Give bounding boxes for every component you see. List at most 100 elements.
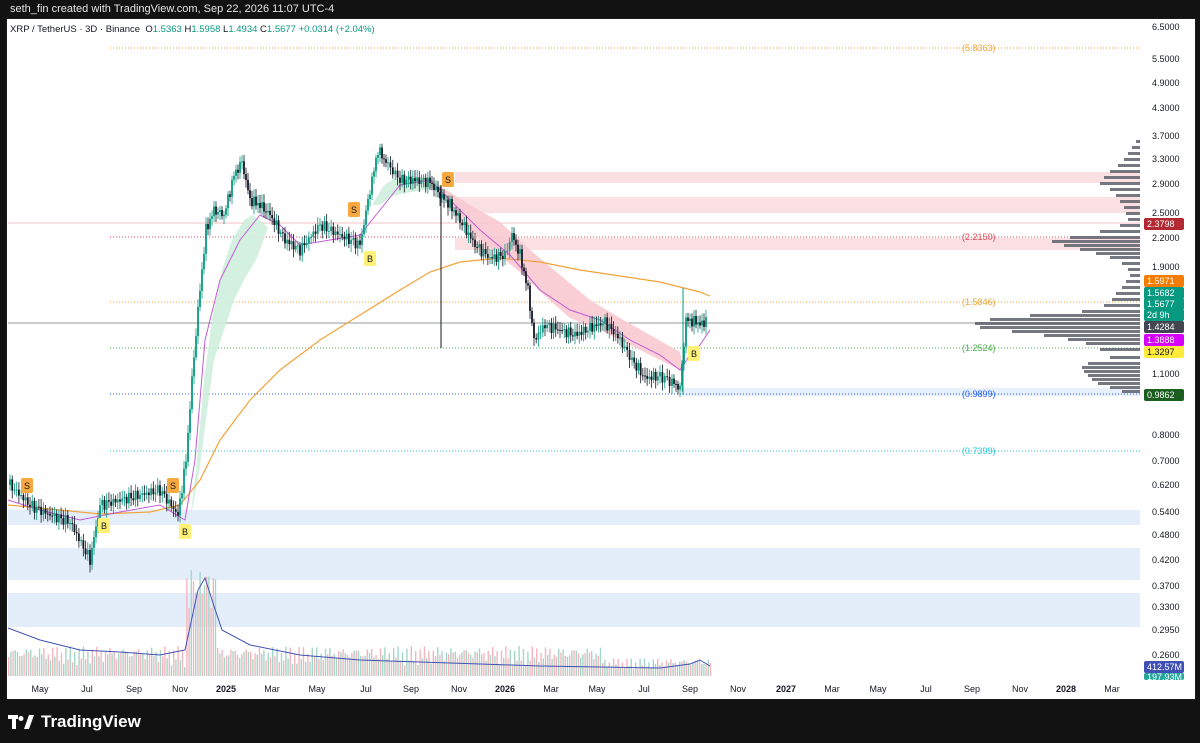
candle-body xyxy=(457,213,459,216)
profile-bar xyxy=(1122,390,1140,393)
candle-body xyxy=(435,186,437,191)
candle-body xyxy=(15,489,18,491)
candle-body xyxy=(679,385,681,390)
candle-body xyxy=(571,335,574,337)
volume-bar xyxy=(329,647,331,676)
volume-bar xyxy=(74,651,76,676)
candle-body xyxy=(623,346,626,348)
volume-bar xyxy=(577,653,580,676)
candle-body xyxy=(563,329,566,331)
candle-body xyxy=(150,488,153,496)
candle-body xyxy=(237,169,239,173)
candle-body xyxy=(29,504,31,507)
volume-bar xyxy=(344,653,346,676)
candle-body xyxy=(183,468,185,494)
time-axis[interactable]: May Jul Sep Nov 2025 Mar May Jul Sep Nov… xyxy=(6,680,1142,698)
volume-bar xyxy=(597,655,599,676)
candle-body xyxy=(119,499,121,502)
volume-bar xyxy=(181,649,184,676)
profile-bar xyxy=(1082,310,1140,313)
volume-bar xyxy=(571,650,573,676)
candle-body xyxy=(350,239,353,244)
volume-bar xyxy=(93,656,96,676)
candle-body xyxy=(310,237,313,239)
time-label: 2025 xyxy=(215,684,237,694)
candle-body xyxy=(112,498,115,506)
profile-bar xyxy=(1082,366,1140,369)
candle-body xyxy=(486,253,489,258)
volume-bar xyxy=(173,650,175,676)
volume-bar xyxy=(503,657,505,676)
candle-body xyxy=(11,479,14,491)
profile-bar xyxy=(1124,158,1140,161)
candle-body xyxy=(253,196,255,207)
profile-bar xyxy=(1104,176,1140,179)
volume-bar xyxy=(470,655,472,676)
symbol-name[interactable]: XRP / TetherUS · 3D · Binance xyxy=(10,24,140,35)
candle-body xyxy=(185,461,187,469)
volume-bar xyxy=(52,647,54,676)
volume-bar xyxy=(415,651,417,676)
volume-bar xyxy=(247,652,250,676)
volume-bar xyxy=(186,578,188,676)
candle-body xyxy=(205,224,207,254)
volume-bar xyxy=(153,655,155,676)
time-label: Sep xyxy=(963,684,981,694)
volume-bar xyxy=(536,648,538,676)
volume-bar xyxy=(43,648,45,676)
volume-bar xyxy=(170,665,173,676)
candle-body xyxy=(141,493,144,495)
candle-body xyxy=(519,249,521,254)
volume-bar xyxy=(406,648,408,676)
volume-bar xyxy=(331,655,333,676)
candle-body xyxy=(493,254,496,259)
volume-bar xyxy=(219,653,221,676)
price-label: 0.2950 xyxy=(1152,625,1180,635)
volume-bar xyxy=(155,652,157,676)
candle-body xyxy=(533,322,535,339)
candle-body xyxy=(403,174,406,185)
volume-bar xyxy=(670,659,672,676)
candle-body xyxy=(631,357,633,360)
candle-body xyxy=(225,208,227,215)
candle-body xyxy=(480,244,483,257)
volume-bar xyxy=(122,649,124,676)
volume-bar xyxy=(203,585,206,676)
candle-body xyxy=(91,547,93,565)
volume-bar xyxy=(107,654,109,676)
time-label: Nov xyxy=(1011,684,1029,694)
volume-bar xyxy=(368,652,371,676)
volume-bar xyxy=(544,647,547,676)
volume-bar xyxy=(432,650,434,676)
sell-signal: S xyxy=(348,202,360,217)
price-label: 4.3000 xyxy=(1152,103,1180,113)
volume-bar xyxy=(382,655,384,676)
volume-bar xyxy=(604,659,606,676)
candle-body xyxy=(597,323,600,326)
volume-bar xyxy=(276,648,278,676)
volume-bar xyxy=(619,667,621,676)
profile-bar xyxy=(1030,314,1140,317)
candle-body xyxy=(53,513,56,517)
time-label: Sep xyxy=(402,684,420,694)
volume-bar xyxy=(241,654,243,676)
volume-bar xyxy=(687,663,690,676)
candle-body xyxy=(619,337,621,339)
volume-bar xyxy=(285,646,287,676)
tradingview-brand[interactable]: TradingView xyxy=(8,710,141,734)
candle-body xyxy=(271,215,274,219)
candle-body xyxy=(273,218,276,226)
candle-body xyxy=(86,550,89,555)
chart-canvas[interactable]: (5.8363) (2.2150) (1.5846) (1.2524) (0.9899)… xyxy=(0,0,1200,743)
volume-bar xyxy=(454,651,456,676)
candle-body xyxy=(513,233,515,240)
volume-bar xyxy=(14,650,16,676)
brand-name: TradingView xyxy=(41,712,141,731)
volume-tag: 412.57M xyxy=(1144,661,1184,673)
volume-bar xyxy=(386,658,388,676)
volume-bar xyxy=(452,652,454,676)
time-label: 2026 xyxy=(494,684,516,694)
volume-bar xyxy=(80,658,82,676)
volume-bar xyxy=(159,650,162,676)
candle-body xyxy=(35,506,38,513)
